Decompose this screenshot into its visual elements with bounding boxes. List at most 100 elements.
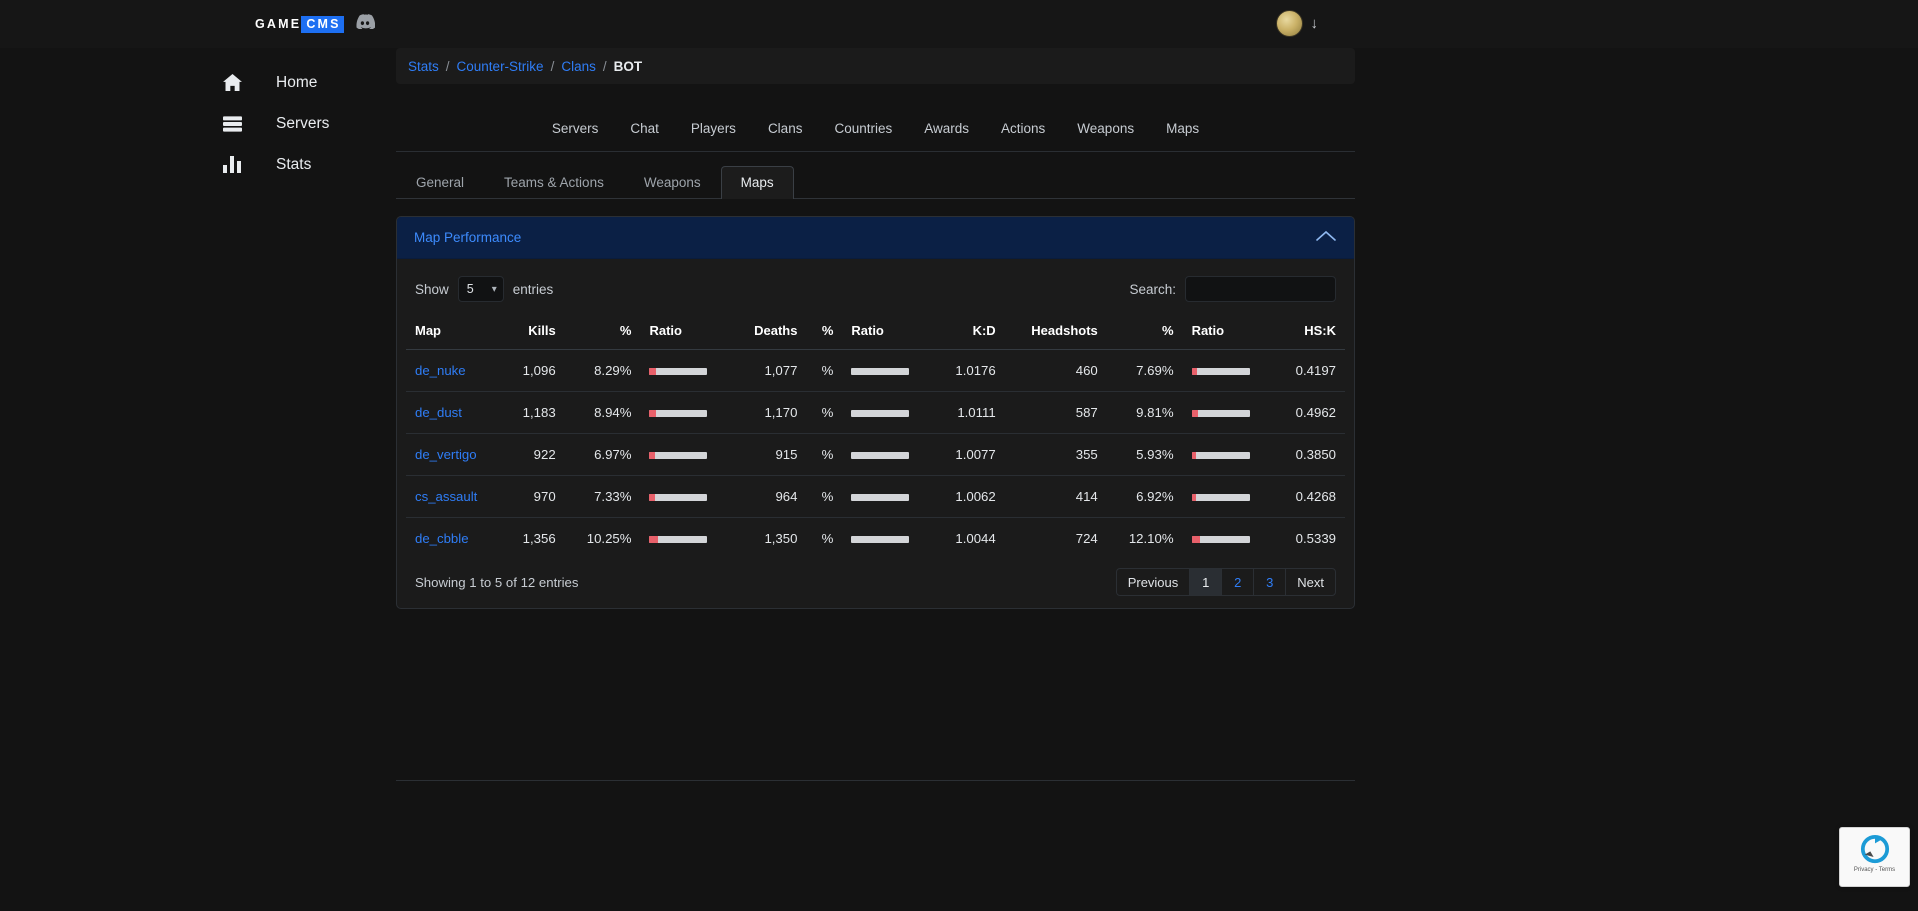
column-header-hsk[interactable]: HS:K <box>1274 313 1345 350</box>
cell-kd: 1.0176 <box>934 349 1005 392</box>
tab-teams-actions[interactable]: Teams & Actions <box>484 166 624 199</box>
column-header-kills-pct[interactable]: % <box>564 313 641 350</box>
map-link[interactable]: de_vertigo <box>415 447 477 462</box>
ratio-bar <box>851 452 910 460</box>
cell-deaths: 1,170 <box>732 391 807 434</box>
recaptcha-privacy[interactable]: Privacy <box>1854 867 1874 873</box>
ratio-bar <box>1191 410 1250 418</box>
column-header-hs-pct[interactable]: % <box>1106 313 1183 350</box>
cell-kills-ratio <box>640 391 733 434</box>
cell-kills: 970 <box>503 475 565 518</box>
cell-hs-pct: 7.69% <box>1106 349 1183 392</box>
cell-deaths-ratio <box>842 349 935 392</box>
recaptcha-legal: Privacy - Terms <box>1854 867 1895 874</box>
sidebar: Home Servers Stats <box>0 48 396 911</box>
nav-item-awards[interactable]: Awards <box>908 121 985 136</box>
ratio-bar <box>1191 452 1250 460</box>
pagination-next[interactable]: Next <box>1285 568 1336 596</box>
cell-map: cs_assault <box>406 475 504 518</box>
cell-deaths-ratio <box>842 391 935 434</box>
column-header-kills[interactable]: Kills <box>503 313 565 350</box>
cell-deaths-ratio <box>842 517 935 559</box>
cell-hsk: 0.3850 <box>1274 433 1345 476</box>
cell-kills-ratio <box>640 475 733 518</box>
discord-icon[interactable] <box>355 14 375 34</box>
map-link[interactable]: de_nuke <box>415 363 466 378</box>
pagination-page-1[interactable]: 1 <box>1189 568 1223 596</box>
chevron-up-icon[interactable] <box>1316 229 1336 247</box>
table-row: de_dust 1,183 8.94% 1,170% 1.0111 587 9.81% 0.4… <box>406 391 1345 434</box>
card-header[interactable]: Map Performance <box>397 217 1354 259</box>
ratio-bar <box>649 494 708 502</box>
table-body: de_nuke 1,096 8.29% 1,077% 1.0176 460 7.69% 0.4… <box>406 349 1345 559</box>
tab-weapons[interactable]: Weapons <box>624 166 721 199</box>
column-header-hs-ratio[interactable]: Ratio <box>1182 313 1275 350</box>
cell-deaths-pct: % <box>806 391 843 434</box>
breadcrumb: Stats / Counter-Strike / Clans / BOT <box>396 48 1355 84</box>
user-menu[interactable]: ↓ <box>1275 10 1319 37</box>
column-header-deaths[interactable]: Deaths <box>732 313 807 350</box>
column-header-map[interactable]: Map <box>406 313 504 350</box>
chevron-down-icon[interactable]: ↓ <box>1311 16 1319 31</box>
breadcrumb-link-clans[interactable]: Clans <box>561 59 596 74</box>
datatable-footer: Showing 1 to 5 of 12 entries Previous 1 … <box>406 559 1345 608</box>
cell-kills-pct: 7.33% <box>564 475 641 518</box>
cell-hsk: 0.4197 <box>1274 349 1345 392</box>
sidebar-item-servers[interactable]: Servers <box>0 103 396 144</box>
recaptcha-terms[interactable]: Terms <box>1879 867 1895 873</box>
sidebar-item-home[interactable]: Home <box>0 62 396 103</box>
cell-headshots: 587 <box>1004 391 1107 434</box>
section-nav: Servers Chat Players Clans Countries Awa… <box>396 106 1355 152</box>
cell-hs-pct: 6.92% <box>1106 475 1183 518</box>
cell-hsk: 0.4268 <box>1274 475 1345 518</box>
recaptcha-badge[interactable]: Privacy - Terms <box>1839 827 1910 887</box>
ratio-bar <box>649 410 708 418</box>
breadcrumb-link-stats[interactable]: Stats <box>408 59 439 74</box>
column-header-kills-ratio[interactable]: Ratio <box>640 313 733 350</box>
nav-item-maps[interactable]: Maps <box>1150 121 1215 136</box>
cell-kills-ratio <box>640 433 733 476</box>
card-title: Map Performance <box>414 230 522 245</box>
nav-item-weapons[interactable]: Weapons <box>1061 121 1150 136</box>
cell-headshots: 414 <box>1004 475 1107 518</box>
cell-kills: 1,183 <box>503 391 565 434</box>
sidebar-item-stats[interactable]: Stats <box>0 144 396 185</box>
ratio-bar <box>1191 494 1250 502</box>
nav-item-players[interactable]: Players <box>675 121 752 136</box>
brand-logo[interactable]: GAME CMS <box>255 14 375 34</box>
map-link[interactable]: de_dust <box>415 405 462 420</box>
breadcrumb-link-counter-strike[interactable]: Counter-Strike <box>457 59 544 74</box>
nav-item-actions[interactable]: Actions <box>985 121 1061 136</box>
map-link[interactable]: cs_assault <box>415 489 477 504</box>
nav-item-countries[interactable]: Countries <box>818 121 908 136</box>
map-link[interactable]: de_cbble <box>415 531 469 546</box>
column-header-kd[interactable]: K:D <box>934 313 1005 350</box>
cell-hs-ratio <box>1182 391 1275 434</box>
page-length-select[interactable]: 5 ▾ <box>457 276 504 302</box>
column-header-deaths-pct[interactable]: % <box>806 313 843 350</box>
pagination: Previous 1 2 3 Next <box>1115 568 1336 596</box>
map-performance-table: Map Kills % Ratio Deaths % Ratio K:D Hea… <box>406 313 1345 559</box>
cell-kills-ratio <box>640 349 733 392</box>
pagination-previous[interactable]: Previous <box>1115 568 1191 596</box>
ratio-bar <box>1191 368 1250 376</box>
column-header-deaths-ratio[interactable]: Ratio <box>842 313 935 350</box>
cell-hs-ratio <box>1182 433 1275 476</box>
search-input[interactable] <box>1185 276 1336 302</box>
breadcrumb-separator: / <box>445 58 450 74</box>
avatar[interactable] <box>1275 10 1303 37</box>
nav-item-chat[interactable]: Chat <box>614 121 675 136</box>
nav-item-clans[interactable]: Clans <box>752 121 819 136</box>
ratio-bar <box>851 368 910 376</box>
tab-general[interactable]: General <box>396 166 484 199</box>
cell-hs-pct: 9.81% <box>1106 391 1183 434</box>
tab-maps[interactable]: Maps <box>720 166 794 199</box>
column-header-headshots[interactable]: Headshots <box>1004 313 1107 350</box>
cell-kd: 1.0111 <box>934 391 1005 434</box>
pagination-page-3[interactable]: 3 <box>1253 568 1287 596</box>
pagination-page-2[interactable]: 2 <box>1221 568 1255 596</box>
cell-headshots: 724 <box>1004 517 1107 559</box>
nav-item-servers[interactable]: Servers <box>536 121 615 136</box>
ratio-bar <box>851 494 910 502</box>
cell-kills-ratio <box>640 517 733 559</box>
